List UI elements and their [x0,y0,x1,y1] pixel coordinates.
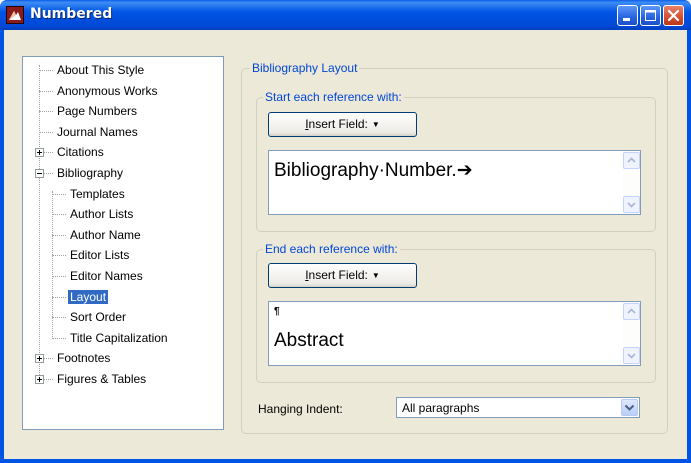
start-reference-title: Start each reference with: [263,90,404,104]
tree-item[interactable]: Layout [68,288,109,306]
chevron-down-icon [627,353,636,359]
start-reference-field[interactable]: Bibliography·Number.➔ [268,150,641,215]
expand-icon[interactable] [35,375,44,384]
tree-item[interactable]: About This Style [55,61,146,79]
expand-icon[interactable] [35,148,44,158]
start-insert-field-label: nsert Field: [308,117,368,131]
chevron-up-icon [627,157,636,163]
tree-line [52,234,66,236]
tree-line [52,255,66,257]
tree-item[interactable]: Footnotes [55,349,112,367]
tree-item[interactable]: Editor Lists [68,246,131,264]
scroll-up-button[interactable] [623,303,640,320]
scroll-up-button[interactable] [623,152,640,169]
hanging-indent-label: Hanging Indent: [258,402,343,416]
chevron-down-icon [624,404,635,411]
tree-item-label: Editor Names [70,269,143,283]
tree-item-label: Citations [57,145,104,160]
close-button[interactable] [663,5,684,26]
tree-item[interactable]: Journal Names [55,123,140,141]
tree-item-label: About This Style [57,63,145,77]
tree-item-label: Layout [68,289,109,304]
hanging-indent-value: All paragraphs [402,401,480,415]
end-reference-text: Abstract [274,330,344,351]
tree-item-label: Sort Order [70,310,127,325]
end-insert-field-label: nsert Field: [308,268,368,282]
tree-item-label: Templates [70,186,125,201]
maximize-button[interactable] [640,5,661,26]
tree-item[interactable]: Title Capitalization [68,329,170,347]
tree-item-label: Author Name [70,227,141,242]
collapse-icon[interactable] [35,169,44,178]
tree-item[interactable]: Sort Order [68,308,128,326]
tree-line [52,317,66,319]
hanging-indent-dropdown-button[interactable] [621,399,638,416]
chevron-down-icon [627,202,636,208]
tree-line [39,131,53,133]
tree-item-label: Bibliography [57,166,124,180]
chevron-down-icon: ▼ [371,120,380,129]
tree-item[interactable]: Author Lists [68,205,135,223]
minimize-icon [623,18,630,21]
expand-icon[interactable] [35,354,44,364]
hanging-indent-select[interactable]: All paragraphs [396,397,640,418]
tree-item-label: Figures & Tables [57,372,147,386]
tree-item[interactable]: Author Name [68,226,143,244]
tree-item[interactable]: Figures & Tables [55,370,148,388]
tree-item-label: Page Numbers [57,104,138,119]
tree-line [52,193,66,195]
pilcrow-mark: ¶ [274,306,280,317]
end-reference-field[interactable]: ¶ Abstract [268,301,641,366]
tree-item[interactable]: Bibliography [55,164,125,182]
tree-item-label: Journal Names [57,124,138,139]
start-reference-text: Bibliography·Number.➔ [274,160,473,181]
maximize-icon [645,10,656,21]
chevron-up-icon [627,308,636,314]
tree-line [52,337,66,339]
tree-item-label: Footnotes [57,351,111,366]
style-tree-view[interactable]: About This Style Anonymous Works Page Numb… [22,56,224,430]
app-icon [6,6,24,24]
tree-line [52,276,66,277]
tree-item[interactable]: Templates [68,185,127,203]
window-title: Numbered [30,6,113,22]
bibliography-layout-title: Bibliography Layout [250,61,360,75]
minimize-button[interactable] [617,5,638,26]
tree-line [52,214,66,216]
tree-item[interactable]: Citations [55,143,106,161]
tree-item[interactable]: Page Numbers [55,102,139,120]
title-bar[interactable]: Numbered [0,0,691,30]
tree-item-label: Title Capitalization [70,330,168,345]
end-reference-title: End each reference with: [263,242,400,256]
start-insert-field-button[interactable]: Insert Field: ▼ [268,112,417,137]
tree-line [52,296,66,298]
dialog-window: Numbered About This Style Anonymous Works… [0,0,691,463]
tree-item-label: Author Lists [70,207,134,222]
tree-line [39,90,53,92]
chevron-down-icon: ▼ [371,271,380,280]
tree-line [39,111,53,113]
tree-item-label: Anonymous Works [57,83,158,98]
tree-item-label: Editor Lists [70,248,130,263]
end-insert-field-button[interactable]: Insert Field: ▼ [268,263,417,288]
start-scrollbar[interactable] [623,151,640,214]
tree-item[interactable]: Anonymous Works [55,82,159,100]
scroll-down-button[interactable] [623,347,640,364]
scroll-down-button[interactable] [623,196,640,213]
tree-item[interactable]: Editor Names [68,267,145,285]
close-icon [667,9,680,22]
end-scrollbar[interactable] [623,302,640,365]
tree-line [39,70,53,71]
